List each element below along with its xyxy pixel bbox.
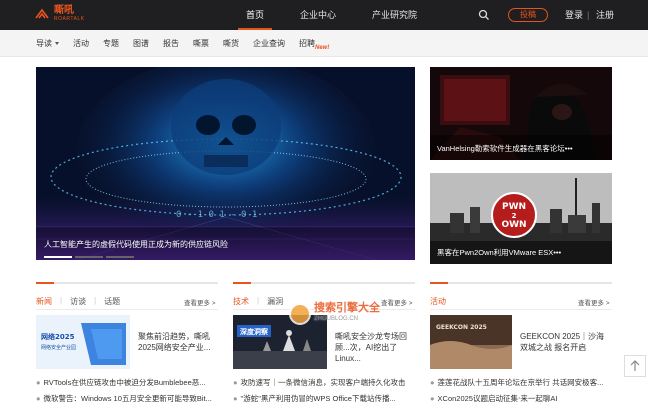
- tab-topic[interactable]: 话题: [104, 296, 120, 307]
- back-to-top-button[interactable]: [624, 355, 646, 377]
- list-item[interactable]: ● 微软警告：Windows 10五月安全更新可能导致Bit...: [36, 393, 218, 404]
- watermark-logo-icon: [289, 303, 311, 325]
- svg-text:网络安全产业园: 网络安全产业园: [41, 344, 76, 351]
- subnav-jobs[interactable]: 招聘 New!: [299, 30, 329, 57]
- carousel-dot[interactable]: [75, 256, 103, 258]
- carousel-dot[interactable]: [106, 256, 134, 258]
- top-bar: 嘶吼 ROARTALK 首页 企业中心 产业研究院 投稿 登录 | 注册: [0, 0, 648, 30]
- nav-research[interactable]: 产业研究院: [354, 0, 435, 30]
- view-more-link[interactable]: 查看更多 >: [184, 297, 216, 307]
- carousel-dot[interactable]: [44, 256, 72, 258]
- svg-text:网络2025: 网络2025: [41, 332, 75, 341]
- events-tabs: 活动: [430, 296, 454, 307]
- main-nav: 首页 企业中心 产业研究院: [228, 0, 435, 30]
- subnav-guide[interactable]: 导读: [36, 30, 59, 57]
- subnav-goods[interactable]: 嘶货: [223, 30, 239, 57]
- watermark: 搜索引擎大全 ZHOUBLOG.CN: [289, 303, 380, 325]
- hero-banner[interactable]: 0 - 1 0 1 - 0 1 人工智能产生的虚假代码使用正成为新的供应链风险: [36, 67, 415, 260]
- section-divider: [233, 282, 415, 284]
- news-thumb-image: 网络2025 网络安全产业园: [36, 315, 130, 369]
- side-card-vanhelsing[interactable]: VanHelsing勒索软件生成器在黑客论坛•••: [430, 67, 612, 160]
- svg-text:OWN: OWN: [501, 220, 526, 230]
- list-item[interactable]: ● RVTools在供应链攻击中被迫分发Bumblebee恶...: [36, 377, 218, 388]
- section-divider: [36, 282, 218, 284]
- events-feature-title[interactable]: GEEKCON 2025｜沙海双城之战 报名开启: [520, 331, 612, 353]
- chevron-down-icon: [55, 42, 59, 46]
- register-link[interactable]: 注册: [596, 0, 614, 30]
- subnav-events[interactable]: 活动: [73, 30, 89, 57]
- side-caption[interactable]: 黑客在Pwn2Own利用VMware ESX•••: [437, 247, 561, 258]
- view-more-link[interactable]: 查看更多 >: [381, 297, 413, 307]
- separator: |: [587, 10, 590, 20]
- list-item[interactable]: ● "游蛇"黑产利用伪冒的WPS Office下载站传播...: [233, 393, 415, 404]
- hero-caption[interactable]: 人工智能产生的虚假代码使用正成为新的供应链风险: [44, 239, 228, 250]
- nav-enterprise[interactable]: 企业中心: [282, 0, 354, 30]
- carousel-dots: [44, 256, 137, 258]
- watermark-text: 搜索引擎大全 ZHOUBLOG.CN: [314, 302, 380, 323]
- side-card-pwn2own[interactable]: PWN 2 OWN 黑客在Pwn2Own利用VMware ESX•••: [430, 173, 612, 264]
- tab-events[interactable]: 活动: [430, 296, 446, 307]
- events-thumbnail[interactable]: GEEKCON 2025: [430, 315, 512, 369]
- tab-tech[interactable]: 技术: [233, 296, 249, 307]
- arrow-up-icon: [630, 360, 640, 371]
- subnav-graph[interactable]: 图谱: [133, 30, 149, 57]
- tab-interview[interactable]: 访谈: [70, 296, 86, 307]
- svg-text:2: 2: [512, 212, 517, 220]
- tab-vulnerability[interactable]: 漏洞: [267, 296, 283, 307]
- view-more-link[interactable]: 查看更多 >: [578, 297, 610, 307]
- subnav-tickets[interactable]: 嘶票: [193, 30, 209, 57]
- tech-feature-title[interactable]: 嘶吼安全沙龙专场回顾...次，AI挖出了Linux...: [335, 331, 417, 364]
- subnav-reports[interactable]: 报告: [163, 30, 179, 57]
- list-item[interactable]: ● XCon2025议题启动征集‧来一起聊AI: [430, 393, 612, 404]
- sub-nav: 导读 活动 专题 图谱 报告 嘶票 嘶货 企业查询 招聘 New!: [0, 30, 648, 57]
- search-icon[interactable]: [478, 9, 490, 21]
- subnav-topics[interactable]: 专题: [103, 30, 119, 57]
- svg-text:深度洞察: 深度洞察: [240, 327, 269, 336]
- hero-image: 0 - 1 0 1 - 0 1: [36, 67, 415, 260]
- contribute-button[interactable]: 投稿: [508, 8, 548, 22]
- subnav-company-search[interactable]: 企业查询: [253, 30, 285, 57]
- news-thumbnail[interactable]: 网络2025 网络安全产业园: [36, 315, 130, 369]
- side-caption[interactable]: VanHelsing勒索软件生成器在黑客论坛•••: [437, 143, 573, 154]
- section-divider: [430, 282, 612, 284]
- logo[interactable]: 嘶吼 ROARTALK: [34, 6, 85, 24]
- list-item[interactable]: ● 攻防速写｜一条微信消息，实现客户端持久化攻击: [233, 377, 415, 388]
- nav-home[interactable]: 首页: [228, 0, 282, 30]
- section-line: [36, 309, 218, 310]
- logo-icon: [35, 8, 49, 19]
- events-thumb-image: GEEKCON 2025: [430, 315, 512, 369]
- section-line: [430, 309, 612, 310]
- svg-text:PWN: PWN: [502, 202, 526, 212]
- list-item[interactable]: ● 莲莲花战队十五周年论坛在京举行 共话网安极客...: [430, 377, 612, 388]
- svg-text:0 - 1 0 1 - 0 1: 0 - 1 0 1 - 0 1: [176, 210, 257, 220]
- news-tabs: 新闻 | 访谈 | 话题: [36, 296, 121, 307]
- logo-text: 嘶吼 ROARTALK: [54, 5, 85, 23]
- new-badge: New!: [315, 45, 330, 51]
- login-link[interactable]: 登录: [565, 0, 583, 30]
- tech-tabs: 技术 | 漏洞: [233, 296, 284, 307]
- tab-news[interactable]: 新闻: [36, 296, 52, 307]
- news-feature-title[interactable]: 聚焦前沿趋势，嘶吼2025网络安全产业...: [138, 331, 220, 353]
- svg-text:GEEKCON 2025: GEEKCON 2025: [436, 324, 487, 331]
